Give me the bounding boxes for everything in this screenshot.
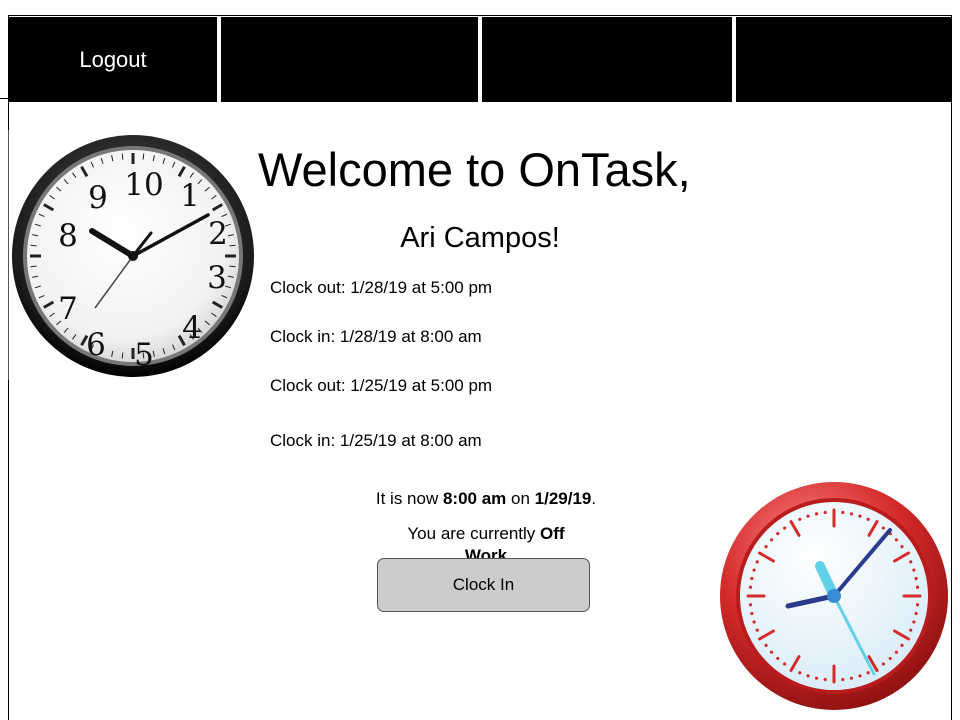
current-date: 1/29/19 <box>534 489 592 508</box>
logout-label: Logout <box>79 46 147 72</box>
user-greeting: Ari Campos! <box>400 222 560 254</box>
svg-text:5: 5 <box>134 337 154 373</box>
divider <box>8 130 9 380</box>
svg-text:7: 7 <box>58 291 78 327</box>
svg-text:1: 1 <box>180 178 200 214</box>
work-status-text: You are currently Off Work <box>388 523 584 561</box>
current-time-text: It is now 8:00 am on 1/29/19. <box>300 489 672 509</box>
svg-text:10: 10 <box>124 167 163 203</box>
status-prefix: You are currently <box>407 524 541 543</box>
now-prefix: It is now <box>375 489 443 508</box>
page-frame-top <box>8 15 952 16</box>
page-title: Welcome to OnTask, <box>258 143 691 196</box>
svg-text:6: 6 <box>86 327 106 363</box>
svg-text:2: 2 <box>208 216 228 252</box>
svg-text:3: 3 <box>207 260 227 296</box>
now-middle: on <box>506 489 535 508</box>
current-time: 8:00 am <box>442 489 507 508</box>
logout-button[interactable]: Logout <box>9 17 217 102</box>
clock-in-label: Clock In <box>452 575 515 594</box>
nav-tab-4[interactable] <box>736 17 951 102</box>
now-suffix: . <box>591 489 597 508</box>
time-log-entry: Clock out: 1/28/19 at 5:00 pm <box>270 278 493 297</box>
svg-text:9: 9 <box>88 180 108 216</box>
nav-tab-2[interactable] <box>221 17 478 102</box>
svg-text:8: 8 <box>58 218 78 254</box>
nav-tab-3[interactable] <box>482 17 732 102</box>
time-log-entry: Clock out: 1/25/19 at 5:00 pm <box>270 376 493 395</box>
red-alarm-clock-icon <box>716 482 956 714</box>
svg-text:4: 4 <box>182 310 202 346</box>
clock-in-button[interactable]: Clock In <box>377 558 590 612</box>
time-log-entry: Clock in: 1/25/19 at 8:00 am <box>270 431 482 450</box>
time-log-entry: Clock in: 1/28/19 at 8:00 am <box>270 327 482 346</box>
analog-wall-clock-icon: 4 5 6 7 3 2 1 10 9 8 <box>10 133 256 379</box>
